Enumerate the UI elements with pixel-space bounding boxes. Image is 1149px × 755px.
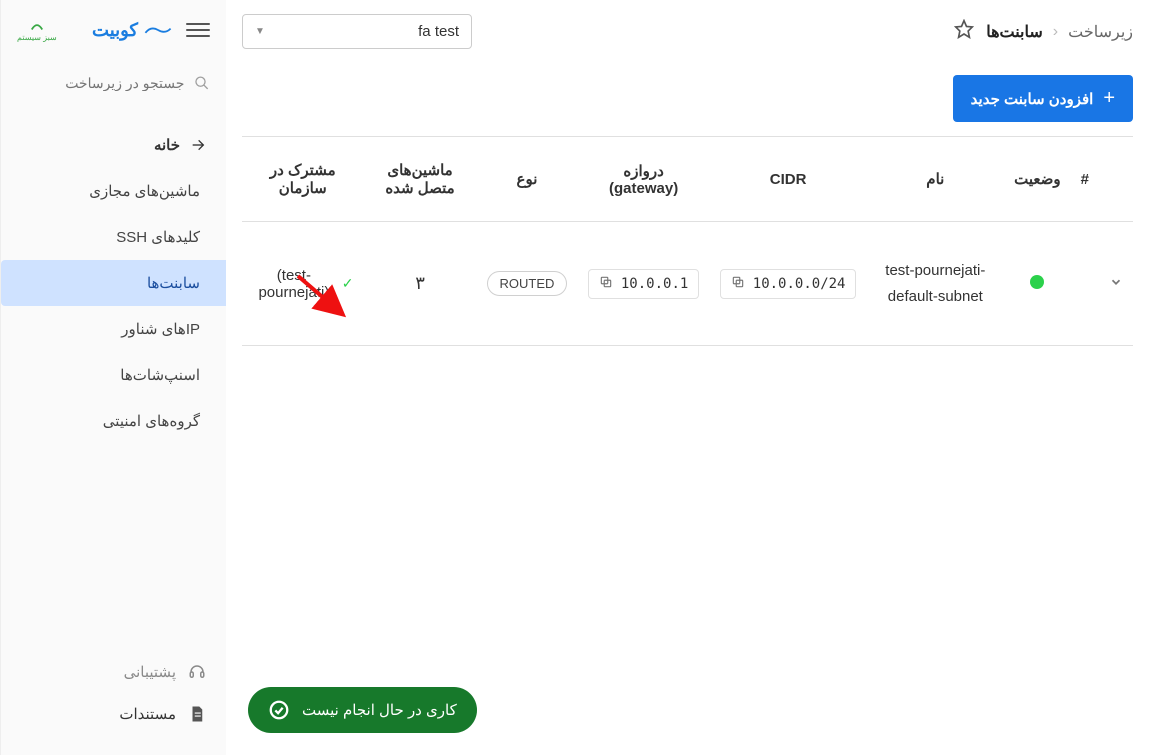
cell-shared: (test-pournejati) ✓ xyxy=(242,222,364,346)
brand-logo[interactable]: کوبیت xyxy=(92,20,172,41)
type-badge: ROUTED xyxy=(487,271,568,296)
col-idx: # xyxy=(1071,137,1099,222)
document-icon xyxy=(188,705,206,723)
sidebar-home[interactable]: خانه xyxy=(1,122,226,168)
cell-name: test-pournejati-default-subnet xyxy=(866,222,1004,346)
search-box[interactable] xyxy=(1,64,226,102)
col-cidr: CIDR xyxy=(710,137,867,222)
expand-row-chevron[interactable] xyxy=(1109,275,1123,292)
sidebar-item-floating-ips[interactable]: IPهای شناور xyxy=(1,306,226,352)
arrow-right-icon xyxy=(190,137,206,153)
col-machines: ماشین‌های متصل شده xyxy=(364,137,477,222)
cell-cidr: 10.0.0.0/24 xyxy=(710,222,867,346)
wave-icon xyxy=(144,22,172,38)
table-header-row: # وضعیت نام CIDR دروازه (gateway) نوع ما… xyxy=(242,137,1133,222)
partner-logo: سبز سیستم xyxy=(17,19,57,42)
add-subnet-button[interactable]: + افزودن سابنت جدید xyxy=(953,75,1133,122)
hamburger-menu-icon[interactable] xyxy=(186,18,210,42)
star-icon[interactable] xyxy=(954,19,974,44)
col-status: وضعیت xyxy=(1004,137,1070,222)
sidebar: کوبیت سبز سیستم خانه ماشین‌های مجازی کلی… xyxy=(0,0,226,755)
cidr-value: 10.0.0.0/24 xyxy=(753,276,846,292)
subnets-table: # وضعیت نام CIDR دروازه (gateway) نوع ما… xyxy=(226,136,1149,346)
sidebar-item-security-groups[interactable]: گروه‌های امنیتی xyxy=(1,398,226,444)
col-expand xyxy=(1099,137,1133,222)
sidebar-docs[interactable]: مستندات xyxy=(1,693,226,735)
sidebar-item-snapshots[interactable]: اسنپ‌شات‌ها xyxy=(1,352,226,398)
col-type: نوع xyxy=(477,137,578,222)
cell-gateway: 10.0.0.1 xyxy=(577,222,709,346)
copy-icon[interactable] xyxy=(599,275,613,293)
status-dot-active xyxy=(1030,275,1044,289)
sidebar-header: کوبیت سبز سیستم xyxy=(1,10,226,58)
add-subnet-label: افزودن سابنت جدید xyxy=(971,90,1094,108)
sidebar-support[interactable]: پشتیبانی xyxy=(1,651,226,693)
organization-select-value: fa test xyxy=(418,23,459,40)
chevron-left-icon: ‹ xyxy=(1053,23,1058,41)
task-status-text: کاری در حال انجام نیست xyxy=(302,701,457,719)
caret-down-icon: ▼ xyxy=(255,26,265,37)
check-circle-icon xyxy=(268,699,290,721)
cell-idx xyxy=(1071,222,1099,346)
organization-select[interactable]: fa test ▼ xyxy=(242,14,472,49)
table-row[interactable]: test-pournejati-default-subnet 10.0.0.0/… xyxy=(242,222,1133,346)
col-gateway: دروازه (gateway) xyxy=(577,137,709,222)
sidebar-item-subnets[interactable]: سابنت‌ها xyxy=(1,260,226,306)
sidebar-item-ssh-keys[interactable]: کلیدهای SSH xyxy=(1,214,226,260)
col-name: نام xyxy=(866,137,1004,222)
top-bar: زیرساخت ‹ سابنت‌ها fa test ▼ xyxy=(226,14,1149,61)
gateway-value: 10.0.0.1 xyxy=(621,276,688,292)
breadcrumb-current: سابنت‌ها xyxy=(986,22,1043,42)
breadcrumb-root[interactable]: زیرساخت xyxy=(1068,22,1133,42)
task-status-badge[interactable]: کاری در حال انجام نیست xyxy=(248,687,477,733)
search-icon xyxy=(194,74,210,92)
headset-icon xyxy=(188,663,206,681)
cell-status xyxy=(1004,222,1070,346)
copy-icon[interactable] xyxy=(731,275,745,293)
main-content: زیرساخت ‹ سابنت‌ها fa test ▼ + افزودن سا… xyxy=(226,0,1149,755)
sidebar-item-vms[interactable]: ماشین‌های مجازی xyxy=(1,168,226,214)
check-icon: ✓ xyxy=(342,275,354,292)
breadcrumb: زیرساخت ‹ سابنت‌ها xyxy=(986,22,1133,42)
cell-type: ROUTED xyxy=(477,222,578,346)
col-shared: مشترک در سازمان xyxy=(242,137,364,222)
search-input[interactable] xyxy=(17,75,184,91)
cell-machines: ۳ xyxy=(364,222,477,346)
plus-icon: + xyxy=(1103,87,1115,110)
